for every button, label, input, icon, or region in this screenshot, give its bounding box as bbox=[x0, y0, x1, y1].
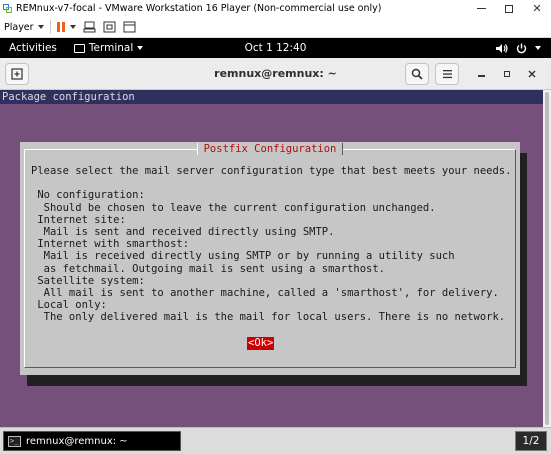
gnome-top-bar: Activities Terminal Oct 1 12:40 bbox=[0, 38, 551, 58]
toolbar-divider bbox=[49, 20, 51, 34]
vmware-toolbar: Player bbox=[0, 17, 551, 38]
terminal-scrollbar[interactable] bbox=[543, 90, 551, 427]
search-button[interactable] bbox=[405, 63, 429, 85]
taskbar-item-terminal[interactable]: >_ remnux@remnux: ~ bbox=[3, 431, 181, 451]
close-icon: ✕ bbox=[532, 2, 542, 15]
terminal-icon: >_ bbox=[8, 435, 21, 447]
volume-icon[interactable] bbox=[496, 43, 508, 54]
system-tray[interactable] bbox=[496, 43, 541, 54]
minimize-icon bbox=[477, 75, 485, 77]
vmware-title-bar: REMnux-v7-focal - VMware Workstation 16 … bbox=[0, 0, 551, 17]
new-tab-icon bbox=[11, 68, 23, 80]
clock[interactable]: Oct 1 12:40 bbox=[245, 42, 307, 54]
pause-dropdown-icon[interactable] bbox=[69, 25, 76, 29]
search-icon bbox=[411, 68, 423, 80]
minimize-button[interactable] bbox=[467, 0, 495, 17]
terminal-icon bbox=[73, 43, 85, 53]
new-tab-button[interactable] bbox=[5, 63, 29, 85]
terminal-maximize-button[interactable] bbox=[499, 65, 515, 83]
window-title: REMnux-v7-focal - VMware Workstation 16 … bbox=[16, 3, 382, 14]
terminal-header-bar: remnux@remnux: ~ bbox=[0, 58, 551, 90]
player-menu[interactable]: Player bbox=[4, 22, 44, 33]
terminal-title: remnux@remnux: ~ bbox=[214, 67, 337, 80]
chevron-down-icon bbox=[137, 46, 144, 50]
app-menu[interactable]: Terminal bbox=[73, 42, 144, 54]
activities-button[interactable]: Activities bbox=[9, 42, 57, 54]
send-ctrl-alt-del-icon[interactable] bbox=[83, 21, 96, 33]
close-icon bbox=[528, 70, 536, 78]
chevron-down-icon bbox=[535, 46, 541, 50]
unity-mode-icon[interactable] bbox=[123, 21, 136, 33]
maximize-icon bbox=[504, 71, 510, 77]
package-configuration-line: Package configuration bbox=[0, 90, 543, 104]
dialog-title: Postfix Configuration bbox=[196, 143, 344, 155]
pause-icon bbox=[56, 22, 60, 32]
minimize-icon bbox=[476, 8, 486, 9]
dialog-body-text: Please select the mail server configurat… bbox=[31, 165, 512, 324]
taskbar: >_ remnux@remnux: ~ 1/2 bbox=[0, 427, 551, 454]
maximize-icon bbox=[505, 4, 513, 13]
fit-guest-icon[interactable] bbox=[103, 21, 116, 33]
taskbar-item-label: remnux@remnux: ~ bbox=[26, 435, 128, 447]
close-button[interactable]: ✕ bbox=[523, 0, 551, 17]
postfix-dialog: Postfix Configuration Please select the … bbox=[20, 142, 520, 375]
player-menu-label: Player bbox=[4, 21, 34, 33]
maximize-button[interactable] bbox=[495, 0, 523, 17]
pause-button[interactable] bbox=[56, 22, 65, 32]
ok-button[interactable]: <Ok> bbox=[247, 337, 275, 350]
hamburger-menu-icon bbox=[442, 70, 452, 79]
menu-button[interactable] bbox=[435, 63, 459, 85]
terminal-close-button[interactable] bbox=[524, 65, 540, 83]
workspace-indicator[interactable]: 1/2 bbox=[515, 431, 547, 451]
terminal-minimize-button[interactable] bbox=[473, 65, 489, 83]
scrollbar-thumb[interactable] bbox=[545, 92, 549, 425]
app-menu-label: Terminal bbox=[88, 42, 134, 54]
chevron-down-icon bbox=[37, 25, 44, 29]
power-icon[interactable] bbox=[516, 43, 527, 54]
vmware-logo-icon bbox=[3, 3, 13, 14]
